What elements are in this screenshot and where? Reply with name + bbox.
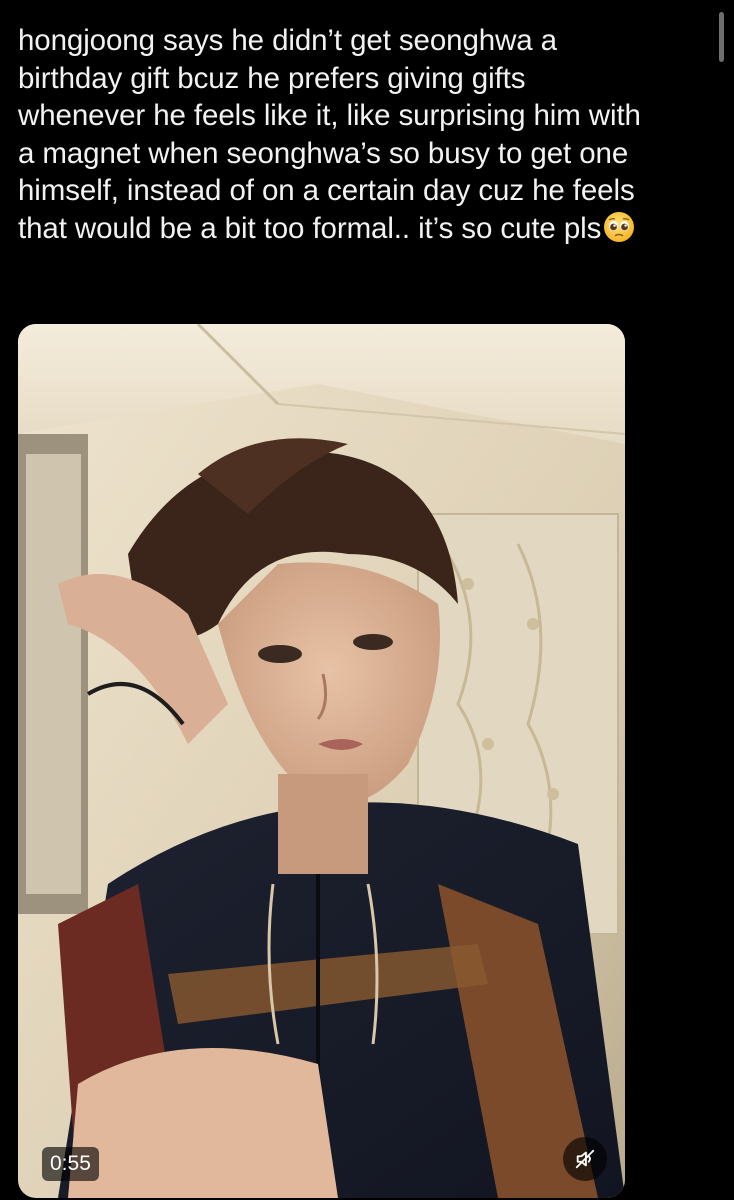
tweet-text-line: hongjoong says he didn’t get seonghwa a (18, 24, 557, 57)
tweet-text-line: whenever he feels like it, like surprisi… (18, 99, 641, 132)
scroll-indicator[interactable] (719, 12, 724, 62)
mute-toggle-button[interactable] (563, 1137, 607, 1181)
tweet-text-line: himself, instead of on a certain day cuz… (18, 174, 635, 207)
video-frame-image (18, 324, 625, 1198)
tweet-screen: { "tweet": { "text_lines": [ "hongjoong … (0, 0, 734, 1200)
tweet-text-line: a magnet when seonghwa’s so busy to get … (18, 136, 629, 170)
video-player[interactable]: 0:55 (18, 324, 625, 1198)
video-duration-badge: 0:55 (42, 1147, 99, 1181)
pleading-face-emoji-icon (604, 211, 635, 242)
tweet-text-line: birthday gift bcuz he prefers giving gif… (18, 61, 526, 95)
tweet-text-line-content: that would be a bit too formal.. it’s so… (18, 211, 602, 245)
speaker-muted-icon (575, 1149, 595, 1169)
tweet-text: hongjoong says he didn’t get seonghwa a … (18, 22, 718, 247)
tweet-text-line-last: that would be a bit too formal.. it’s so… (18, 210, 718, 248)
